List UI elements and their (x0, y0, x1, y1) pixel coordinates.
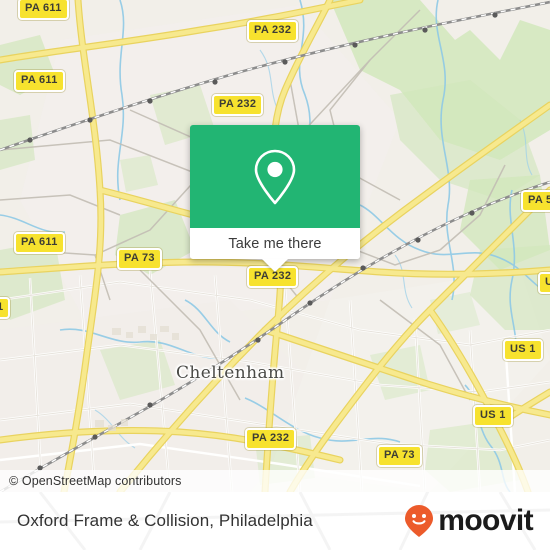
popup-icon-area (190, 125, 360, 228)
popup-pointer-tail (262, 259, 288, 272)
attribution-text: © OpenStreetMap contributors (9, 474, 182, 488)
moovit-wordmark: moovit (438, 504, 533, 537)
road-shield: U (538, 272, 550, 294)
place-label-cheltenham: Cheltenham (176, 363, 285, 383)
moovit-pin-icon (405, 505, 434, 537)
road-shield: PA 5 (521, 190, 550, 212)
road-shield: PA 73 (117, 248, 162, 270)
road-shield: PA 232 (245, 428, 297, 450)
road-shield: PA 232 (212, 94, 264, 116)
map-pin-icon (254, 149, 296, 204)
map-attribution[interactable]: © OpenStreetMap contributors (0, 470, 550, 492)
page-title: Oxford Frame & Collision, Philadelphia (17, 511, 313, 530)
road-shield: PA 611 (14, 232, 65, 254)
road-shield: PA 611 (14, 70, 65, 92)
road-shield: PA 73 (377, 445, 422, 467)
footer-bar: Oxford Frame & Collision, Philadelphia m… (0, 492, 550, 550)
take-me-there-button[interactable]: Take me there (190, 228, 360, 259)
road-shield: 1 (0, 297, 11, 319)
road-shield: US 1 (503, 339, 543, 361)
take-me-there-label: Take me there (228, 235, 322, 252)
road-shield: PA 611 (18, 0, 69, 20)
moovit-map-screenshot: PA 611 PA 232 PA 611 PA 232 PA 5 PA 611 … (0, 0, 550, 550)
road-shield: PA 232 (247, 20, 299, 42)
road-shield: US 1 (473, 405, 513, 427)
location-popup-card[interactable]: Take me there (190, 125, 360, 272)
moovit-logo[interactable]: moovit (403, 504, 534, 538)
